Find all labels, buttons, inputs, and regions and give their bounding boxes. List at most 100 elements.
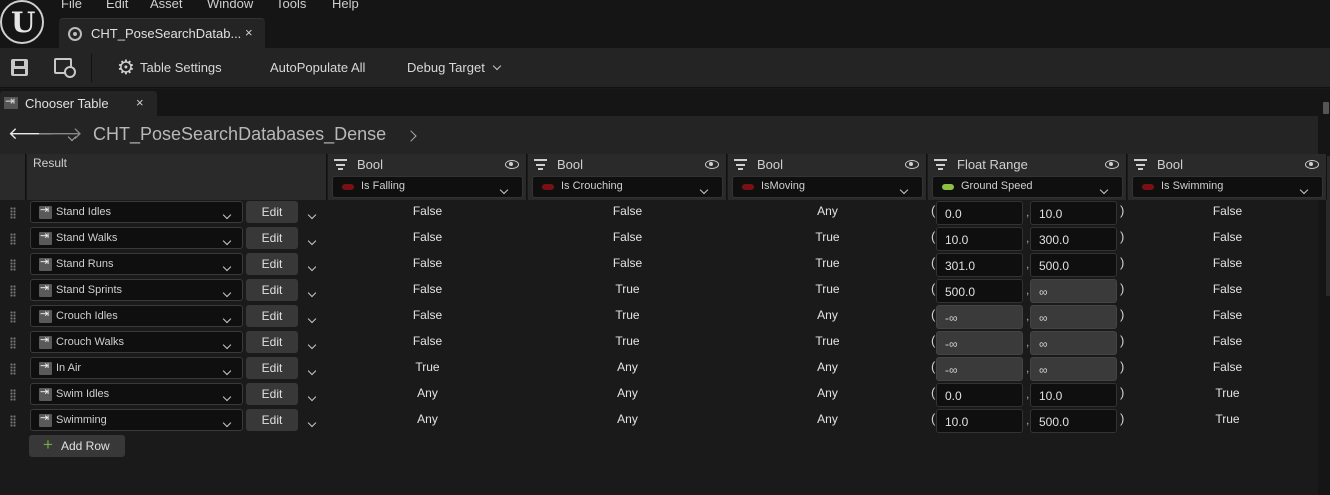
drag-handle[interactable] — [10, 311, 16, 323]
chevron-right-icon[interactable] — [405, 130, 417, 142]
table-settings-button[interactable]: Table Settings — [140, 60, 222, 75]
result-asset-selector[interactable]: Crouch Idles — [30, 305, 243, 327]
drag-handle[interactable] — [10, 337, 16, 349]
is-swimming-cell[interactable]: False — [1128, 360, 1327, 374]
is-swimming-cell[interactable]: False — [1128, 230, 1327, 244]
range-min-field[interactable]: 10.0 — [936, 409, 1023, 433]
edit-button[interactable]: Edit — [246, 383, 298, 405]
range-max-field[interactable]: 10.0 — [1030, 201, 1117, 225]
is-moving-cell[interactable]: Any — [728, 204, 927, 218]
range-max-field[interactable]: 300.0 — [1030, 227, 1117, 251]
result-asset-selector[interactable]: Swimming — [30, 409, 243, 431]
drag-handle[interactable] — [10, 389, 16, 401]
drag-handle[interactable] — [10, 415, 16, 427]
is-swimming-cell[interactable]: False — [1128, 334, 1327, 348]
range-max-field[interactable]: 500.0 — [1030, 253, 1117, 277]
drag-handle[interactable] — [10, 363, 16, 375]
menu-tools[interactable]: Tools — [276, 0, 306, 11]
unreal-logo-icon[interactable]: U — [0, 0, 44, 44]
menu-window[interactable]: Window — [207, 0, 253, 11]
range-max-field[interactable]: ∞ — [1030, 331, 1117, 355]
browse-asset-icon[interactable] — [54, 58, 76, 78]
parameter-dropdown[interactable]: Is Swimming — [1132, 176, 1323, 198]
is-crouching-cell[interactable]: Any — [528, 360, 727, 374]
is-moving-cell[interactable]: True — [728, 256, 927, 270]
edit-button[interactable]: Edit — [246, 201, 298, 223]
range-min-field[interactable]: 500.0 — [936, 279, 1023, 303]
is-swimming-cell[interactable]: False — [1128, 282, 1327, 296]
menu-file[interactable]: File — [61, 0, 82, 11]
is-swimming-cell[interactable]: False — [1128, 308, 1327, 322]
parameter-dropdown[interactable]: IsMoving — [732, 176, 923, 198]
eye-icon[interactable] — [1305, 160, 1319, 169]
is-crouching-cell[interactable]: False — [528, 256, 727, 270]
range-min-field[interactable]: 0.0 — [936, 201, 1023, 225]
row-options-chevron[interactable] — [307, 284, 317, 299]
is-moving-cell[interactable]: Any — [728, 412, 927, 426]
range-min-field[interactable]: 10.0 — [936, 227, 1023, 251]
is-falling-cell[interactable]: False — [328, 282, 527, 296]
is-falling-cell[interactable]: False — [328, 308, 527, 322]
is-swimming-cell[interactable]: True — [1128, 412, 1327, 426]
filter-icon[interactable] — [734, 159, 747, 171]
row-options-chevron[interactable] — [307, 388, 317, 403]
drag-handle[interactable] — [10, 259, 16, 271]
is-crouching-cell[interactable]: Any — [528, 386, 727, 400]
is-swimming-cell[interactable]: True — [1128, 386, 1327, 400]
is-moving-cell[interactable]: True — [728, 230, 927, 244]
result-asset-selector[interactable]: In Air — [30, 357, 243, 379]
forward-arrow-icon[interactable]: 🡒 — [37, 124, 83, 144]
is-falling-cell[interactable]: False — [328, 230, 527, 244]
document-tab[interactable]: CHT_PoseSearchDatab... × — [59, 18, 265, 48]
autopopulate-all-button[interactable]: AutoPopulate All — [270, 60, 365, 75]
row-options-chevron[interactable] — [307, 362, 317, 377]
drag-handle[interactable] — [10, 233, 16, 245]
edit-button[interactable]: Edit — [246, 357, 298, 379]
range-max-field[interactable]: ∞ — [1030, 357, 1117, 381]
chooser-table-tab[interactable]: Chooser Table × — [0, 91, 157, 116]
eye-icon[interactable] — [905, 160, 919, 169]
drag-handle[interactable] — [10, 207, 16, 219]
is-moving-cell[interactable]: True — [728, 282, 927, 296]
close-icon[interactable]: × — [136, 95, 144, 110]
eye-icon[interactable] — [505, 160, 519, 169]
edit-button[interactable]: Edit — [246, 227, 298, 249]
is-crouching-cell[interactable]: Any — [528, 412, 727, 426]
panel-handle[interactable] — [1323, 102, 1329, 114]
is-moving-cell[interactable]: True — [728, 334, 927, 348]
range-min-field[interactable]: -∞ — [936, 305, 1023, 329]
row-options-chevron[interactable] — [307, 414, 317, 429]
range-max-field[interactable]: ∞ — [1030, 305, 1117, 329]
filter-icon[interactable] — [934, 159, 947, 171]
range-max-field[interactable]: 500.0 — [1030, 409, 1117, 433]
save-icon[interactable] — [11, 59, 28, 76]
row-options-chevron[interactable] — [307, 258, 317, 273]
edit-button[interactable]: Edit — [246, 409, 298, 431]
is-swimming-cell[interactable]: False — [1128, 204, 1327, 218]
breadcrumb-item[interactable]: CHT_PoseSearchDatabases_Dense — [93, 124, 386, 145]
filter-icon[interactable] — [334, 159, 347, 171]
is-crouching-cell[interactable]: False — [528, 230, 727, 244]
is-falling-cell[interactable]: Any — [328, 412, 527, 426]
result-asset-selector[interactable]: Stand Walks — [30, 227, 243, 249]
row-options-chevron[interactable] — [307, 232, 317, 247]
result-asset-selector[interactable]: Stand Idles — [30, 201, 243, 223]
filter-icon[interactable] — [534, 159, 547, 171]
range-min-field[interactable]: 0.0 — [936, 383, 1023, 407]
is-crouching-cell[interactable]: True — [528, 308, 727, 322]
is-moving-cell[interactable]: Any — [728, 308, 927, 322]
result-asset-selector[interactable]: Stand Sprints — [30, 279, 243, 301]
history-dropdown[interactable] — [67, 128, 77, 143]
add-row-button[interactable]: + Add Row — [29, 435, 125, 457]
range-min-field[interactable]: 301.0 — [936, 253, 1023, 277]
is-falling-cell[interactable]: False — [328, 204, 527, 218]
edit-button[interactable]: Edit — [246, 305, 298, 327]
edit-button[interactable]: Edit — [246, 279, 298, 301]
row-options-chevron[interactable] — [307, 336, 317, 351]
result-asset-selector[interactable]: Crouch Walks — [30, 331, 243, 353]
gear-icon[interactable]: ⚙ — [117, 58, 135, 78]
is-moving-cell[interactable]: Any — [728, 386, 927, 400]
is-falling-cell[interactable]: True — [328, 360, 527, 374]
close-icon[interactable]: × — [245, 25, 253, 40]
is-falling-cell[interactable]: Any — [328, 386, 527, 400]
